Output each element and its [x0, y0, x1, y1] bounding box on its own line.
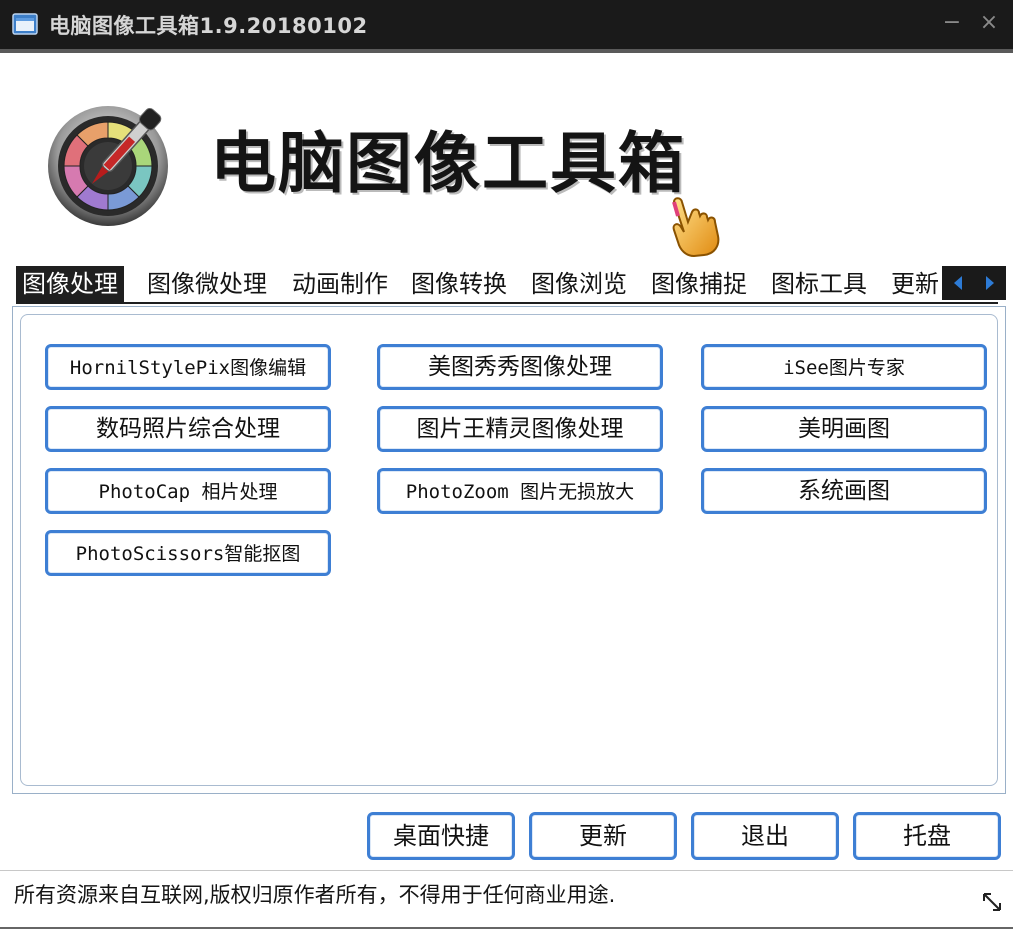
tool-button-hornilstylepix[interactable]: HornilStylePix图像编辑	[45, 344, 331, 390]
tab-scroll-right-button[interactable]	[974, 266, 1006, 300]
desktop-shortcut-button[interactable]: 桌面快捷	[367, 812, 515, 860]
tool-button-system-paint[interactable]: 系统画图	[701, 468, 987, 514]
tab-scroll-left-button[interactable]	[942, 266, 974, 300]
hand-pointer-icon	[672, 197, 720, 258]
status-text: 所有资源来自互联网,版权归原作者所有，不得用于任何商业用途.	[14, 883, 616, 907]
tool-button-digital-photo[interactable]: 数码照片综合处理	[45, 406, 331, 452]
tab-image-capture[interactable]: 图像捕捉	[645, 266, 753, 302]
tab-icon-tools[interactable]: 图标工具	[765, 266, 873, 302]
tab-image-micro-processing[interactable]: 图像微处理	[141, 266, 273, 302]
tool-button-label: iSee图片专家	[783, 357, 905, 379]
tool-button-isee[interactable]: iSee图片专家	[701, 344, 987, 390]
tab-underline	[16, 302, 998, 304]
tab-animation[interactable]: 动画制作	[286, 266, 394, 302]
app-window-icon	[12, 13, 38, 35]
status-separator	[0, 870, 1013, 871]
tool-button-photozoom[interactable]: PhotoZoom 图片无损放大	[377, 468, 663, 514]
tool-button-label: PhotoScissors智能抠图	[75, 543, 301, 565]
update-button[interactable]: 更新	[529, 812, 677, 860]
minimize-button[interactable]: −	[938, 9, 966, 37]
arrow-left-icon	[954, 276, 962, 290]
window-title: 电脑图像工具箱1.9.20180102	[49, 14, 368, 38]
exit-button[interactable]: 退出	[691, 812, 839, 860]
tab-image-conversion[interactable]: 图像转换	[405, 266, 513, 302]
tool-button-meiming-paint[interactable]: 美明画图	[701, 406, 987, 452]
resize-grip-icon[interactable]	[980, 890, 1004, 914]
tool-button-label: PhotoCap 相片处理	[98, 481, 278, 503]
tool-button-photoscissors[interactable]: PhotoScissors智能抠图	[45, 530, 331, 576]
tool-button-photocap[interactable]: PhotoCap 相片处理	[45, 468, 331, 514]
color-wheel-dropper-icon	[48, 106, 168, 226]
app-banner-title: 电脑图像工具箱	[210, 125, 686, 202]
tray-button[interactable]: 托盘	[853, 812, 1001, 860]
tool-button-label: PhotoZoom 图片无损放大	[405, 481, 635, 503]
tab-image-browse[interactable]: 图像浏览	[525, 266, 633, 302]
tab-image-processing[interactable]: 图像处理	[16, 266, 124, 302]
tab-strip: 图像处理 图像微处理 动画制作 图像转换 图像浏览 图像捕捉 图标工具 更新	[16, 266, 1006, 302]
title-separator	[0, 49, 1013, 53]
tool-button-meitu[interactable]: 美图秀秀图像处理	[377, 344, 663, 390]
close-button[interactable]: ×	[975, 9, 1003, 37]
title-bar: 电脑图像工具箱1.9.20180102 − ×	[0, 0, 1013, 49]
tool-button-label: HornilStylePix图像编辑	[69, 357, 307, 379]
tool-button-picture-king[interactable]: 图片王精灵图像处理	[377, 406, 663, 452]
arrow-right-icon	[986, 276, 994, 290]
